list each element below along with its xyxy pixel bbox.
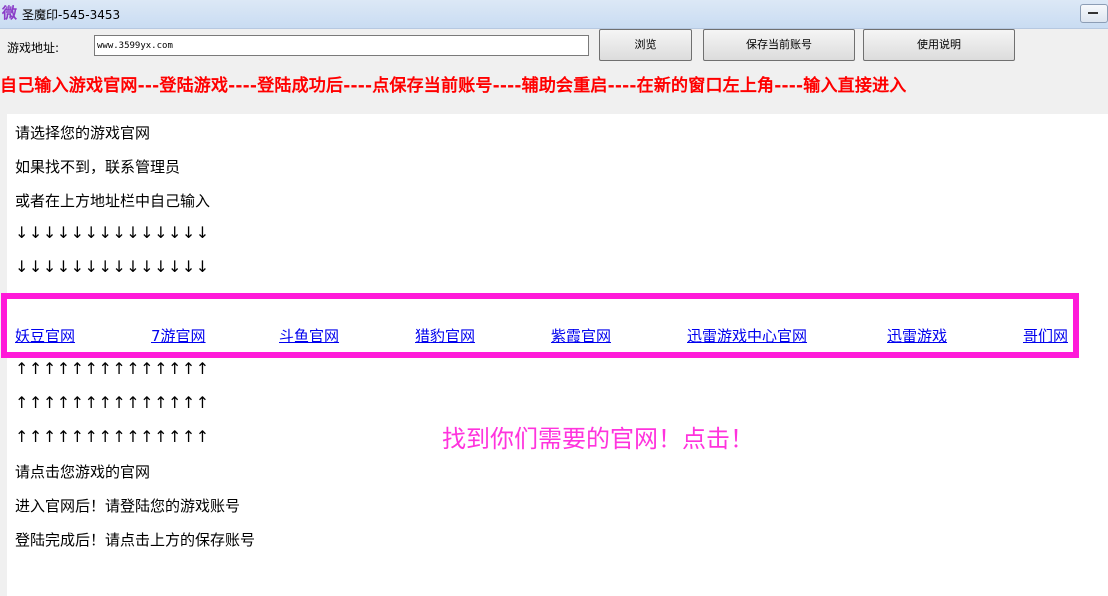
link-yaodou[interactable]: 妖豆官网 xyxy=(15,325,75,346)
up-arrows-row-2: ↑↑↑↑↑↑↑↑↑↑↑↑↑↑ xyxy=(15,393,210,412)
login-account-text: 进入官网后！请登陆您的游戏账号 xyxy=(15,497,241,515)
up-arrows-row-1: ↑↑↑↑↑↑↑↑↑↑↑↑↑↑ xyxy=(15,359,210,378)
save-account-text: 登陆完成后！请点击上方的保存账号 xyxy=(15,531,256,549)
link-7you[interactable]: 7游官网 xyxy=(151,325,206,346)
address-label: 游戏地址: xyxy=(7,41,60,55)
link-douyu[interactable]: 斗鱼官网 xyxy=(279,325,339,346)
down-arrows-row-2: ↓↓↓↓↓↓↓↓↓↓↓↓↓↓ xyxy=(15,257,210,276)
browse-button[interactable]: 浏览 xyxy=(599,29,692,61)
minimize-icon xyxy=(1088,12,1098,14)
address-input[interactable] xyxy=(94,35,589,56)
link-gemen[interactable]: 哥们网 xyxy=(1023,325,1068,346)
link-xunlei-game[interactable]: 迅雷游戏 xyxy=(887,325,947,346)
click-site-text: 请点击您游戏的官网 xyxy=(15,463,151,481)
help-button[interactable]: 使用说明 xyxy=(863,29,1015,61)
title-bar: 微 圣魔印-545-3453 xyxy=(0,0,1108,29)
link-xunlei-center[interactable]: 迅雷游戏中心官网 xyxy=(687,325,807,346)
contact-admin-text: 如果找不到，联系管理员 xyxy=(15,158,181,176)
window-title: 圣魔印-545-3453 xyxy=(22,8,121,22)
down-arrows-row-1: ↓↓↓↓↓↓↓↓↓↓↓↓↓↓ xyxy=(15,223,210,242)
up-arrows-row-3: ↑↑↑↑↑↑↑↑↑↑↑↑↑↑ xyxy=(15,427,210,446)
minimize-button[interactable] xyxy=(1080,4,1108,23)
save-account-button[interactable]: 保存当前账号 xyxy=(703,29,855,61)
app-logo-icon: 微 xyxy=(2,4,18,22)
link-zixia[interactable]: 紫霞官网 xyxy=(551,325,611,346)
instructions-banner: 自己输入游戏官网---登陆游戏----登陆成功后----点保存当前账号----辅… xyxy=(0,76,907,96)
content-pane: 请选择您的游戏官网 如果找不到，联系管理员 或者在上方地址栏中自己输入 ↓↓↓↓… xyxy=(1,114,1108,596)
select-site-text: 请选择您的游戏官网 xyxy=(15,124,151,142)
link-liebao[interactable]: 猎豹官网 xyxy=(415,325,475,346)
callout-text: 找到你们需要的官网！点击！ xyxy=(442,425,754,453)
manual-input-text: 或者在上方地址栏中自己输入 xyxy=(15,192,211,210)
